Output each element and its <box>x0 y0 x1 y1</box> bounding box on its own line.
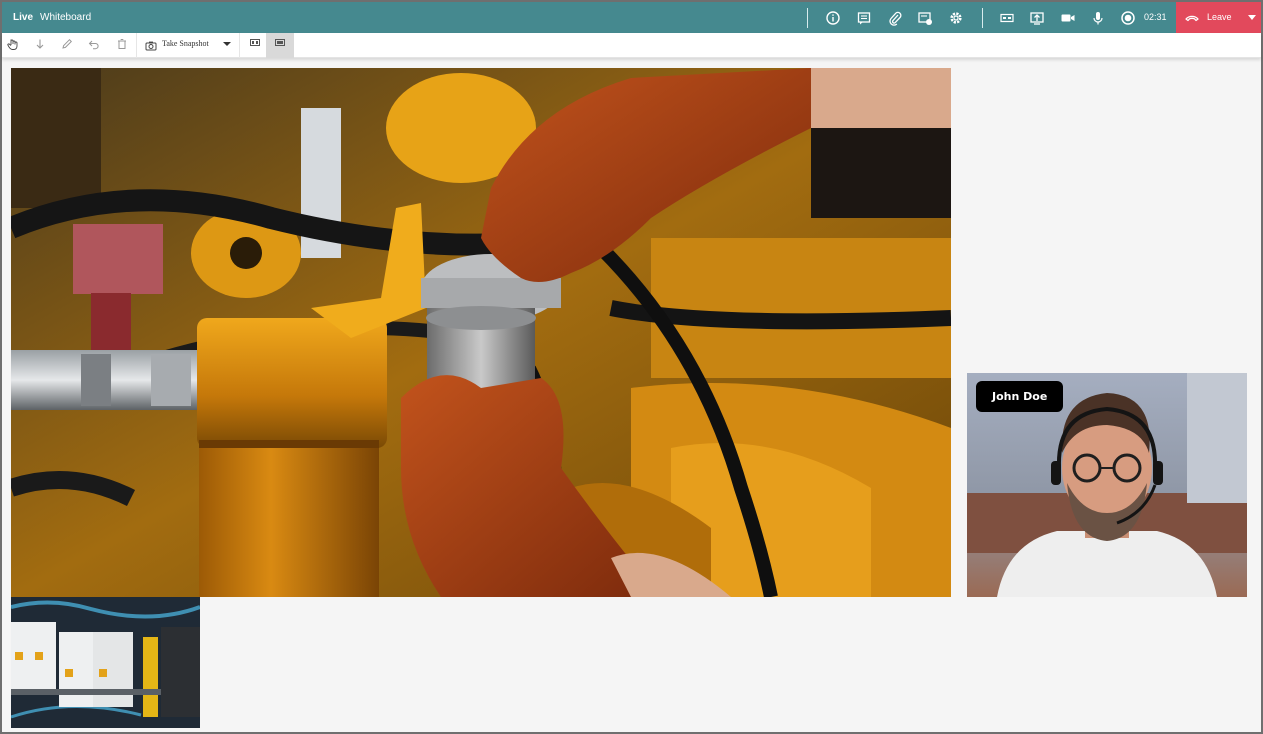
top-bar: Live Whiteboard 02:31 Leave <box>2 2 1261 33</box>
settings-icon[interactable] <box>948 10 964 26</box>
tab-live[interactable]: Live <box>13 2 33 33</box>
undo-icon[interactable] <box>87 37 101 51</box>
attachment-icon[interactable] <box>887 10 903 26</box>
caret-down-icon[interactable] <box>223 42 231 46</box>
pen-tool-icon[interactable] <box>60 37 74 51</box>
layout-grid-icon <box>250 39 260 46</box>
leave-button[interactable]: Leave <box>1176 2 1244 33</box>
trash-icon[interactable] <box>115 37 129 51</box>
info-icon[interactable] <box>825 10 841 26</box>
participant-video-tile[interactable]: John Doe <box>967 373 1247 597</box>
leave-label: Leave <box>1207 12 1232 22</box>
pointer-tool-icon[interactable] <box>6 37 20 51</box>
captions-icon[interactable] <box>999 10 1015 26</box>
caret-down-icon <box>1248 15 1256 20</box>
participant-name-badge: John Doe <box>976 381 1064 412</box>
take-snapshot-button[interactable]: Take Snapshot <box>145 33 239 58</box>
layout-focus-icon <box>275 39 285 46</box>
toolbar-divider <box>239 33 240 58</box>
tab-whiteboard[interactable]: Whiteboard <box>40 2 91 33</box>
call-timer: 02:31 <box>1144 12 1167 22</box>
shared-image-main[interactable] <box>11 68 951 597</box>
media-settings-icon[interactable] <box>917 10 933 26</box>
header-divider <box>982 8 983 28</box>
download-icon[interactable] <box>33 37 47 51</box>
layout-grid-button[interactable] <box>244 33 266 58</box>
microphone-icon[interactable] <box>1090 10 1106 26</box>
shared-image-thumbnail[interactable] <box>11 597 200 728</box>
header-divider <box>807 8 808 28</box>
toolbar-divider <box>136 33 137 58</box>
camera-icon <box>145 39 157 51</box>
leave-options-dropdown[interactable] <box>1244 2 1261 33</box>
video-camera-icon[interactable] <box>1060 10 1076 26</box>
take-snapshot-label: Take Snapshot <box>162 39 209 48</box>
screen-share-icon[interactable] <box>1029 10 1045 26</box>
layout-focus-button[interactable] <box>266 33 294 58</box>
phone-hangup-icon <box>1185 12 1199 24</box>
record-icon[interactable] <box>1120 10 1136 26</box>
chat-icon[interactable] <box>856 10 872 26</box>
whiteboard-toolbar: Take Snapshot <box>2 33 1261 58</box>
